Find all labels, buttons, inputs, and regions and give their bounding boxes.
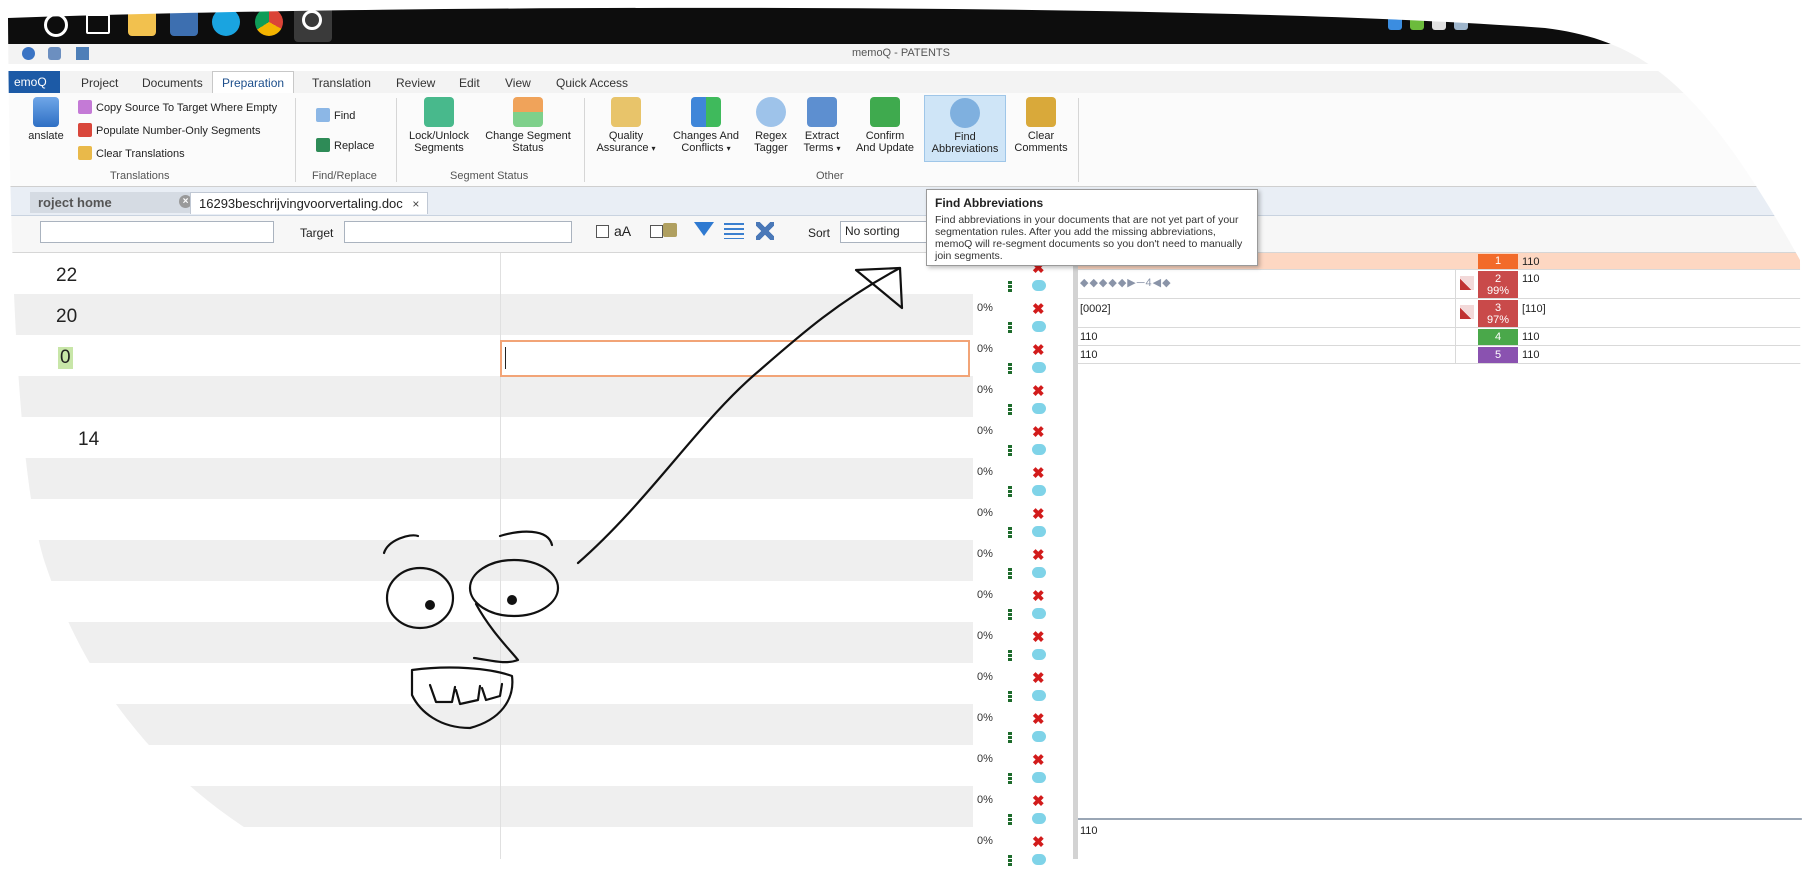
doodle-left-brow: [382, 534, 420, 555]
arrow-head: [854, 266, 904, 310]
doodle-overlay: [382, 266, 904, 730]
doodle-right-pupil: [507, 595, 517, 605]
doodle-left-eye: [385, 566, 455, 630]
doodle-left-pupil: [425, 600, 435, 610]
doodle-right-brow: [498, 530, 554, 547]
doodle-teeth: [428, 682, 504, 706]
doodle-right-eye: [468, 558, 560, 618]
arrow-shaft: [576, 266, 902, 565]
